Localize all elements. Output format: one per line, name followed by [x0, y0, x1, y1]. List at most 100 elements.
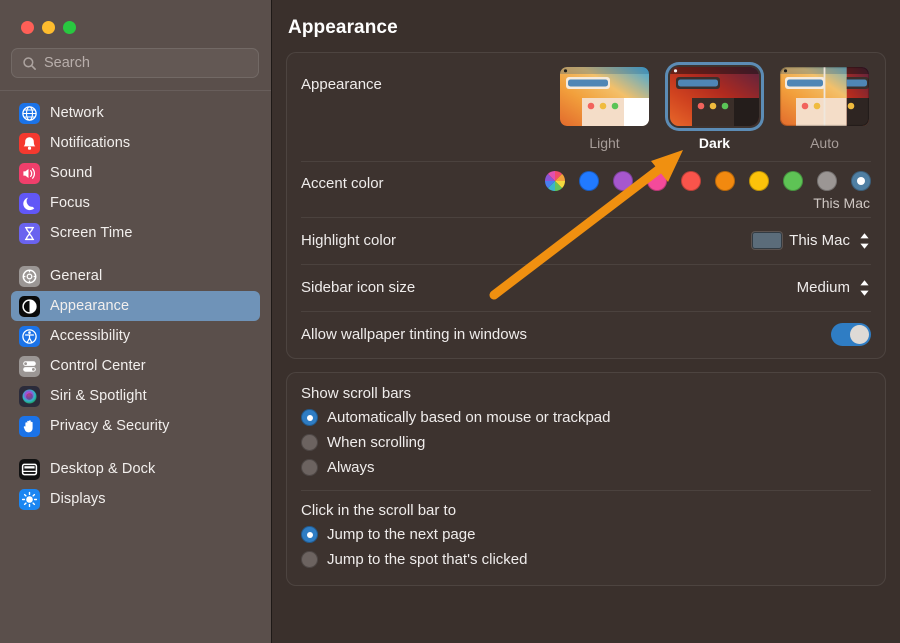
- radio-scroll-always[interactable]: Always: [301, 455, 871, 480]
- accent-swatch-red[interactable]: [681, 171, 701, 191]
- sidebar-item-privacy-security[interactable]: Privacy & Security: [11, 411, 260, 441]
- theme-label-dark: Dark: [699, 135, 730, 151]
- radio-label: When scrolling: [327, 434, 425, 451]
- appearance-icon: [19, 296, 40, 317]
- theme-options: Light: [558, 67, 871, 151]
- accent-swatch-green[interactable]: [783, 171, 803, 191]
- radio-button[interactable]: [301, 526, 318, 543]
- sidebar-item-label: Accessibility: [50, 328, 130, 344]
- moon-icon: [19, 193, 40, 214]
- speaker-icon: [19, 163, 40, 184]
- appearance-row: Appearance: [301, 53, 871, 161]
- accent-swatch-purple[interactable]: [613, 171, 633, 191]
- accent-swatch-multicolor[interactable]: [545, 171, 565, 191]
- show-scroll-bars-title: Show scroll bars: [301, 385, 871, 402]
- chevron-updown-icon[interactable]: [857, 277, 871, 299]
- highlight-color-row: Highlight color This Mac: [301, 217, 871, 264]
- theme-thumbnail-auto: [780, 67, 869, 126]
- sidebar-group-2: General Appearance: [11, 261, 260, 441]
- highlight-color-value: This Mac: [789, 232, 850, 249]
- minimize-button[interactable]: [42, 21, 55, 34]
- theme-thumbnail-dark: [670, 67, 759, 126]
- sidebar: Search Network: [0, 0, 272, 643]
- search-icon: [22, 56, 37, 71]
- sidebar-item-sound[interactable]: Sound: [11, 158, 260, 188]
- radio-scroll-automatic[interactable]: Automatically based on mouse or trackpad: [301, 405, 871, 430]
- multicolor-wheel-icon: [545, 171, 565, 191]
- radio-jump-to-spot[interactable]: Jump to the spot that's clicked: [301, 547, 871, 572]
- bell-icon: [19, 133, 40, 154]
- wallpaper-tinting-label: Allow wallpaper tinting in windows: [301, 326, 831, 343]
- radio-label: Automatically based on mouse or trackpad: [327, 409, 610, 426]
- radio-button[interactable]: [301, 459, 318, 476]
- sidebar-item-label: Focus: [50, 195, 90, 211]
- sidebar-item-desktop-dock[interactable]: Desktop & Dock: [11, 454, 260, 484]
- theme-option-auto[interactable]: Auto: [778, 67, 871, 151]
- sidebar-item-label: Privacy & Security: [50, 418, 169, 434]
- globe-icon: [19, 103, 40, 124]
- theme-thumbnail-light: [560, 67, 649, 126]
- appearance-label: Appearance: [301, 67, 558, 93]
- sidebar-item-label: General: [50, 268, 102, 284]
- sidebar-icon-size-value: Medium: [797, 279, 850, 296]
- sidebar-item-label: Sound: [50, 165, 92, 181]
- highlight-color-control[interactable]: This Mac: [752, 230, 871, 252]
- selected-indicator: [857, 177, 865, 185]
- sidebar-item-appearance[interactable]: Appearance: [11, 291, 260, 321]
- theme-option-light[interactable]: Light: [558, 67, 651, 151]
- click-scroll-bar-title: Click in the scroll bar to: [301, 502, 871, 519]
- sidebar-icon-size-label: Sidebar icon size: [301, 279, 797, 296]
- accent-swatches: [545, 171, 871, 191]
- traffic-lights: [0, 0, 271, 34]
- sidebar-item-label: Siri & Spotlight: [50, 388, 147, 404]
- theme-option-dark[interactable]: Dark: [668, 67, 761, 151]
- accent-swatch-graphite[interactable]: [817, 171, 837, 191]
- close-button[interactable]: [21, 21, 34, 34]
- highlight-color-well[interactable]: [752, 232, 782, 249]
- sidebar-item-displays[interactable]: Displays: [11, 484, 260, 514]
- accent-color-caption: This Mac: [813, 195, 871, 211]
- wallpaper-tinting-row: Allow wallpaper tinting in windows: [301, 311, 871, 358]
- sidebar-item-label: Displays: [50, 491, 106, 507]
- accent-swatch-blue[interactable]: [579, 171, 599, 191]
- accent-swatch-yellow[interactable]: [749, 171, 769, 191]
- wallpaper-tinting-control: [831, 323, 871, 346]
- sidebar-item-focus[interactable]: Focus: [11, 188, 260, 218]
- search-container: Search: [0, 34, 271, 78]
- sidebar-item-label: Desktop & Dock: [50, 461, 155, 477]
- sidebar-group-1: Network Notifications: [11, 98, 260, 248]
- chevron-updown-icon[interactable]: [857, 230, 871, 252]
- hourglass-icon: [19, 223, 40, 244]
- card-divider: [301, 490, 871, 491]
- sidebar-item-siri-spotlight[interactable]: Siri & Spotlight: [11, 381, 260, 411]
- radio-button[interactable]: [301, 409, 318, 426]
- radio-button[interactable]: [301, 434, 318, 451]
- radio-button[interactable]: [301, 551, 318, 568]
- sidebar-item-label: Notifications: [50, 135, 130, 151]
- sidebar-item-control-center[interactable]: Control Center: [11, 351, 260, 381]
- sidebar-icon-size-control[interactable]: Medium: [797, 277, 871, 299]
- accent-swatch-this-mac[interactable]: [851, 171, 871, 191]
- sidebar-item-general[interactable]: General: [11, 261, 260, 291]
- sidebar-item-screen-time[interactable]: Screen Time: [11, 218, 260, 248]
- theme-label-light: Light: [589, 135, 619, 151]
- sidebar-item-label: Network: [50, 105, 104, 121]
- radio-scroll-when-scrolling[interactable]: When scrolling: [301, 430, 871, 455]
- sidebar-item-label: Control Center: [50, 358, 146, 374]
- search-field[interactable]: Search: [11, 48, 259, 78]
- sidebar-item-network[interactable]: Network: [11, 98, 260, 128]
- siri-icon: [19, 386, 40, 407]
- click-scroll-bar-group: Click in the scroll bar to Jump to the n…: [301, 502, 871, 572]
- gear-icon: [19, 266, 40, 287]
- accent-swatch-orange[interactable]: [715, 171, 735, 191]
- accent-color-right: This Mac: [545, 171, 871, 211]
- wallpaper-tinting-toggle[interactable]: [831, 323, 871, 346]
- radio-label: Jump to the spot that's clicked: [327, 551, 527, 568]
- sidebar-item-notifications[interactable]: Notifications: [11, 128, 260, 158]
- sidebar-item-accessibility[interactable]: Accessibility: [11, 321, 260, 351]
- zoom-button[interactable]: [63, 21, 76, 34]
- hand-icon: [19, 416, 40, 437]
- radio-jump-next-page[interactable]: Jump to the next page: [301, 522, 871, 547]
- accent-swatch-pink[interactable]: [647, 171, 667, 191]
- desktop-dock-icon: [19, 459, 40, 480]
